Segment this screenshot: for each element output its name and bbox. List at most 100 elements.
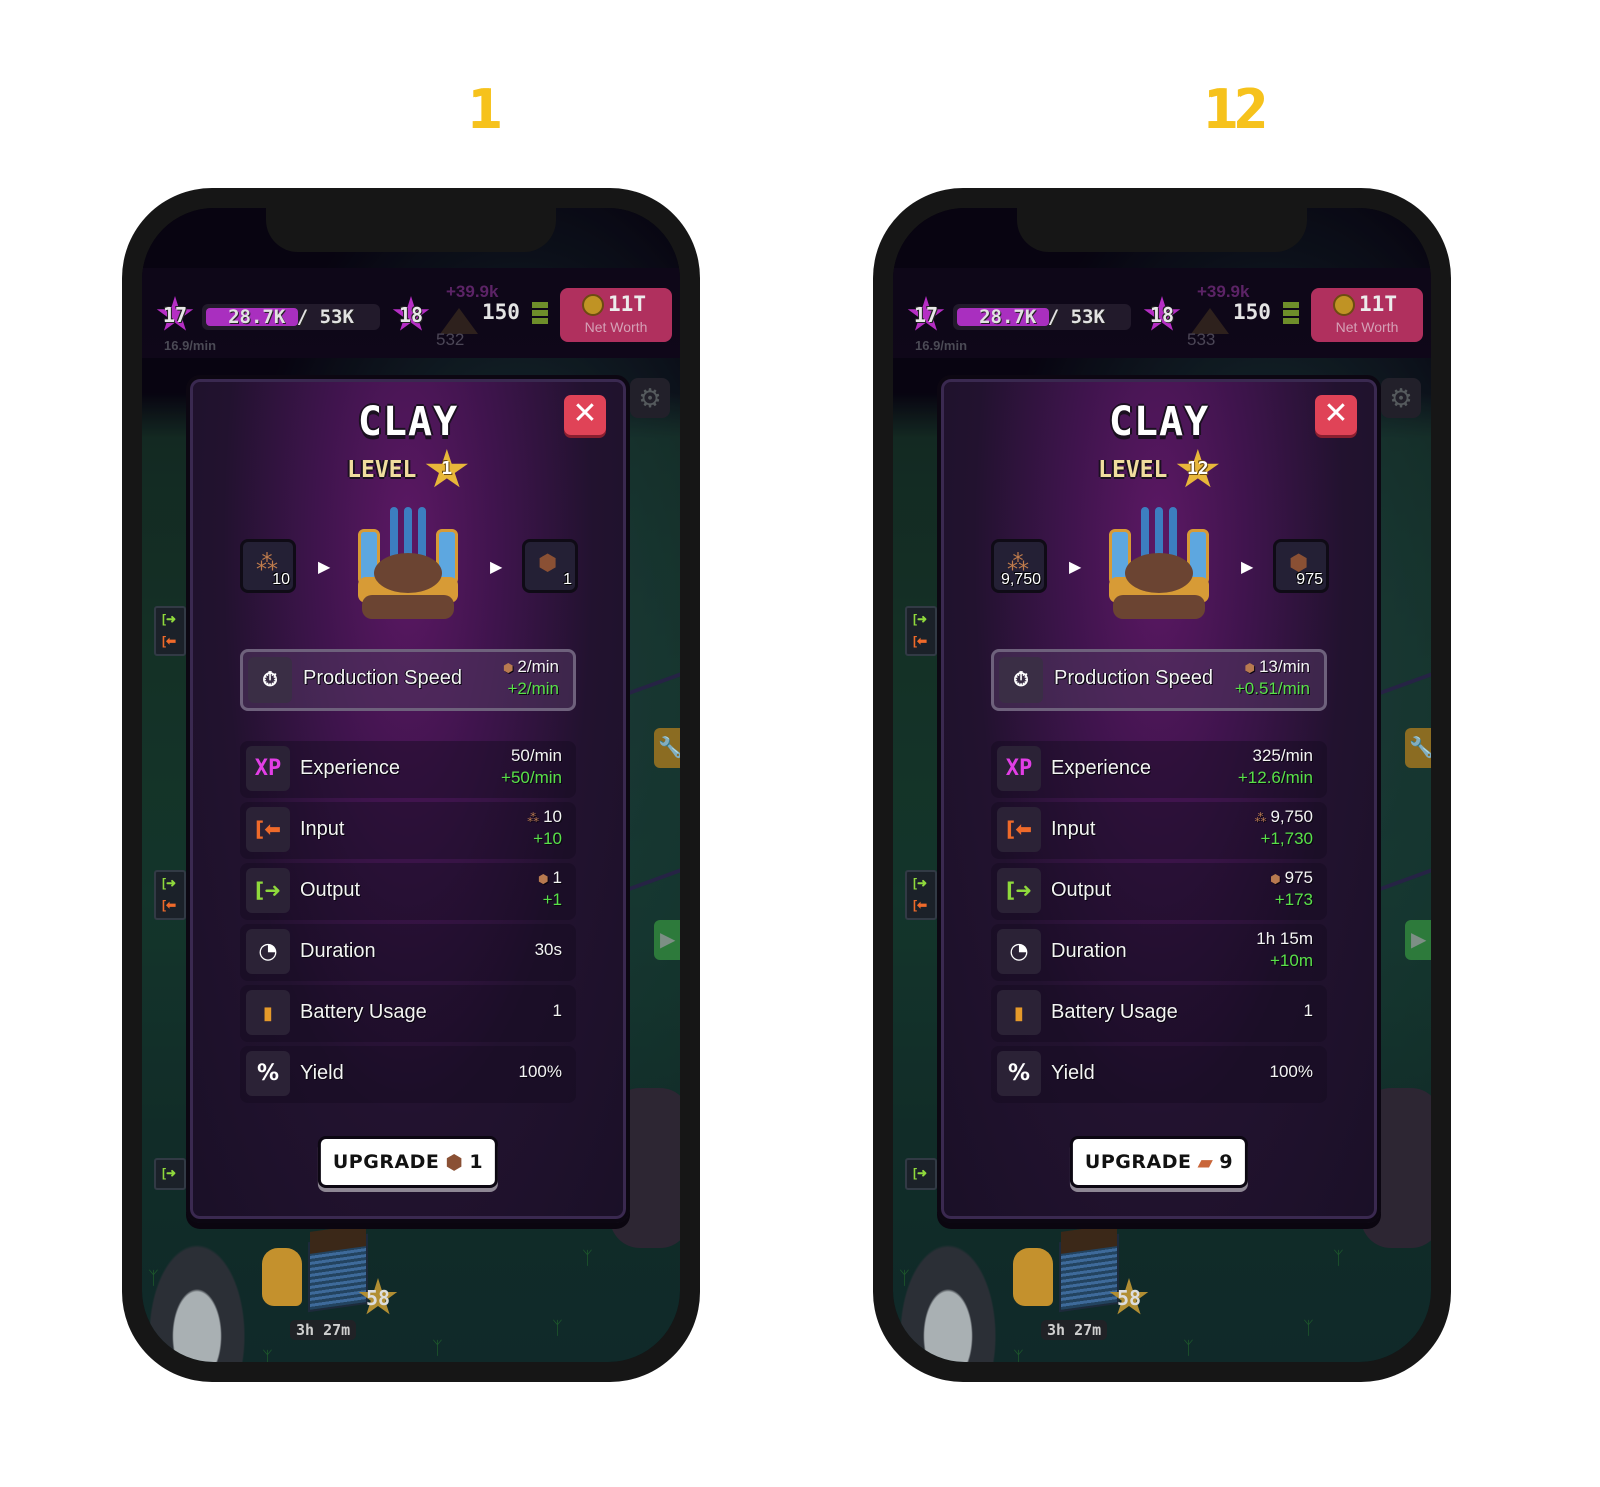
stat-row-experience: XP Experience 50/min +50/min (240, 741, 576, 798)
settings-gear-button[interactable]: ⚙ (630, 378, 670, 418)
output-arrow-icon: [➜ (162, 876, 177, 890)
arrow-right-icon: ▶ (490, 559, 503, 576)
stat-delta: +173 (1274, 890, 1313, 909)
stat-label: Production Speed (303, 667, 463, 689)
hud: 17 28.7K / 53K 16.9/min 18 +39.9k 532 15… (156, 282, 672, 354)
sprout-icon: ᛉ (432, 1338, 443, 1358)
xp-icon: XP (997, 746, 1041, 791)
io-sign[interactable]: [➜ (905, 1158, 937, 1190)
level-star-icon: 1 (425, 449, 469, 491)
io-sign[interactable]: [➜ [⬅ (154, 870, 186, 920)
phone-screen: ᛉ ᛉ ᛉ ᛉ ᛉ ᛉ [➜ [⬅ [➜ [⬅ [➜ ⚙ 🔧 ▶ (142, 208, 680, 1362)
io-sign[interactable]: [➜ (154, 1158, 186, 1190)
stat-value: 100% (518, 1062, 562, 1081)
output-arrow-icon: [➜ (246, 868, 290, 913)
rock-egg (142, 1232, 252, 1362)
settings-gear-button[interactable]: ⚙ (1381, 378, 1421, 418)
input-resource-slot[interactable]: ⁂ 10 (240, 539, 296, 593)
stat-value: 100% (1269, 1062, 1313, 1081)
clay-dust-icon: ⁂ (527, 811, 540, 825)
stat-value: ⬢ 1 (538, 868, 562, 887)
stat-label: Duration (1051, 940, 1127, 962)
play-button[interactable]: ▶ (1405, 920, 1431, 960)
stat-label: Battery Usage (1051, 1001, 1178, 1023)
sprout-icon: ᛉ (1183, 1338, 1194, 1358)
output-resource-count: 1 (563, 571, 572, 588)
stat-delta: +12.6/min (1237, 768, 1313, 787)
output-arrow-icon: [➜ (913, 876, 928, 890)
level-row: LEVEL 12 (941, 449, 1377, 489)
stat-delta: +0.51/min (1234, 679, 1310, 698)
battery-icon: ▮ (246, 990, 290, 1035)
io-sign[interactable]: [➜ [⬅ (154, 606, 186, 656)
production-speed-row: ⏱ Production Speed ⬢ 13/min +0.51/min (991, 649, 1327, 711)
input-arrow-icon: [⬅ (913, 634, 928, 648)
io-sign[interactable]: [➜ [⬅ (905, 870, 937, 920)
upgrade-button[interactable]: UPGRADE ▰ 9 (1069, 1136, 1249, 1188)
stat-row-battery: ▮ Battery Usage 1 (991, 985, 1327, 1042)
hud: 17 28.7K / 53K 16.9/min 18 +39.9k 533 15… (907, 282, 1423, 354)
input-arrow-icon: [⬅ (162, 898, 177, 912)
play-button[interactable]: ▶ (654, 920, 680, 960)
sprout-icon: ᛉ (1013, 1348, 1024, 1362)
phone-frame: ᛉ ᛉ ᛉ ᛉ ᛉ ᛉ [➜ [⬅ [➜ [⬅ [➜ ⚙ 🔧 ▶ (122, 188, 700, 1382)
xp-icon: XP (246, 746, 290, 791)
stat-value: ⬢ 975 (1270, 868, 1313, 887)
modal-title: CLAY (357, 399, 459, 445)
player-level[interactable]: 17 (907, 303, 945, 327)
output-arrow-icon: [➜ (162, 1166, 177, 1180)
stat-row-yield: % Yield 100% (991, 1046, 1327, 1103)
stat-label: Yield (1051, 1062, 1095, 1084)
stopwatch-speed-icon: ⏱ (248, 657, 292, 703)
wrench-button[interactable]: 🔧 (1405, 728, 1431, 768)
player-level[interactable]: 17 (156, 303, 194, 327)
creature-sprite[interactable] (262, 1248, 302, 1306)
building-timer: 3h 27m (1041, 1320, 1108, 1340)
stats-list: XP Experience 325/min +12.6/min [⬅ Input ⁂ 9,75… (991, 741, 1327, 1107)
sprout-icon: ᛉ (262, 1348, 273, 1362)
stat-row-input: [⬅ Input ⁂ 10 +10 (240, 802, 576, 859)
stat-value: 50/min (510, 746, 562, 765)
wrench-button[interactable]: 🔧 (654, 728, 680, 768)
arrow-right-icon: ▶ (318, 559, 331, 576)
sprout-icon: ᛉ (1333, 1248, 1344, 1268)
stat-value: 1 (552, 1001, 562, 1020)
output-resource-slot[interactable]: ⬢ 1 (522, 539, 578, 593)
input-arrow-icon: [⬅ (913, 898, 928, 912)
net-worth-label: Net Worth (1335, 319, 1399, 335)
stat-row-yield: % Yield 100% (240, 1046, 576, 1103)
upgrade-button[interactable]: UPGRADE ⬢ 1 (317, 1136, 499, 1188)
net-worth-badge[interactable]: 11T Net Worth (1311, 288, 1423, 342)
stat-label: Experience (1051, 757, 1152, 779)
xp-progress-bar[interactable]: 28.7K / 53K (953, 304, 1131, 330)
stat-label: Input (1051, 818, 1096, 840)
input-resource-slot[interactable]: ⁂ 9,750 (991, 539, 1047, 593)
io-sign[interactable]: [➜ [⬅ (905, 606, 937, 656)
stat-row-input: [⬅ Input ⁂ 9,750 +1,730 (991, 802, 1327, 859)
stat-value: 1 (1303, 1001, 1313, 1020)
xp-rate: 16.9/min (915, 338, 968, 353)
creature-sprite[interactable] (1013, 1248, 1053, 1306)
input-arrow-icon: [⬅ (162, 634, 177, 648)
upgrade-label: UPGRADE (332, 1151, 440, 1173)
stat-row-battery: ▮ Battery Usage 1 (240, 985, 576, 1042)
output-resource-slot[interactable]: ⬢ 975 (1273, 539, 1329, 593)
recipe-row: ⁂ 10 ▶ ▶ ⬢ 1 (190, 507, 626, 627)
clay-lump-icon: ⬢ (538, 550, 558, 575)
net-worth-label: Net Worth (584, 319, 648, 335)
clay-pile-count: 532 (436, 330, 465, 349)
phone-screen: ᛉ ᛉ ᛉ ᛉ ᛉ ᛉ [➜ [⬅ [➜ [⬅ [➜ ⚙ 🔧 ▶ (893, 208, 1431, 1362)
brick-icon: ▰ (1197, 1150, 1214, 1174)
output-arrow-icon: [➜ (913, 612, 928, 626)
phone-frame: ᛉ ᛉ ᛉ ᛉ ᛉ ᛉ [➜ [⬅ [➜ [⬅ [➜ ⚙ 🔧 ▶ (873, 188, 1451, 1382)
xp-progress-bar[interactable]: 28.7K / 53K (202, 304, 380, 330)
battery-icon (532, 298, 548, 328)
next-level: 18 (398, 303, 424, 327)
level-caption: 12 (1203, 78, 1266, 141)
floating-gain-text: +39.9k (446, 282, 499, 301)
xp-rate: 16.9/min (164, 338, 217, 353)
stat-row-output: [➜ Output ⬢ 1 +1 (240, 863, 576, 920)
recipe-row: ⁂ 9,750 ▶ ▶ ⬢ 975 (941, 507, 1377, 627)
net-worth-badge[interactable]: 11T Net Worth (560, 288, 672, 342)
building-timer: 3h 27m (290, 1320, 357, 1340)
